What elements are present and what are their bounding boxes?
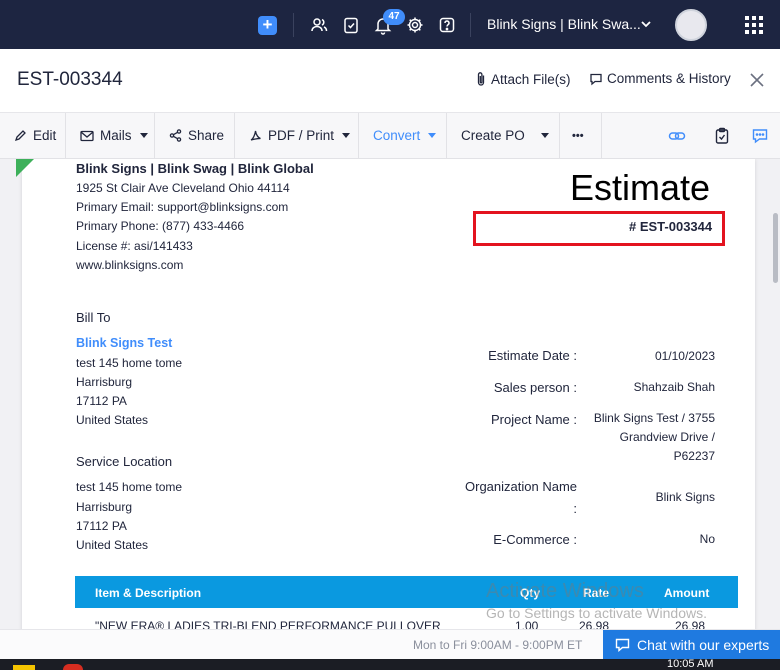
customer-name-link[interactable]: Blink Signs Test (76, 336, 172, 350)
column-item-description: Item & Description (95, 586, 202, 600)
windows-taskbar: 10:05 AM (0, 658, 780, 670)
comments-history-label: Comments & History (607, 71, 731, 86)
topbar-divider (293, 13, 294, 37)
estimate-date-label: Estimate Date : (488, 348, 577, 363)
bill-to-line: test 145 home tome (76, 356, 183, 370)
organization-name-colon: : (573, 501, 577, 516)
close-icon[interactable] (749, 72, 765, 88)
mail-icon (80, 130, 94, 141)
ecommerce-value: No (699, 532, 715, 546)
page-title: EST-003344 (17, 69, 123, 90)
org-license: License #: asi/141433 (76, 239, 193, 253)
comment-icon (590, 73, 602, 85)
org-name: Blink Signs | Blink Swag | Blink Global (76, 161, 314, 176)
service-location-heading: Service Location (76, 454, 173, 469)
org-email: Primary Email: support@blinksigns.com (76, 200, 289, 214)
chat-with-experts-button[interactable]: Chat with our experts (603, 630, 780, 660)
topbar-divider (470, 13, 471, 37)
service-line: 17112 PA (76, 519, 127, 533)
page-header: EST-003344 Attach File(s) Comments & His… (0, 49, 780, 113)
avatar[interactable] (675, 9, 707, 41)
org-website: www.blinksigns.com (76, 258, 184, 272)
support-bar: Mon to Fri 9:00AM - 9:00PM ET Chat with … (0, 629, 780, 660)
pdf-print-dropdown[interactable]: PDF / Print (235, 113, 359, 158)
help-icon[interactable] (437, 15, 457, 35)
column-amount: Amount (664, 586, 710, 600)
org-switcher[interactable]: Blink Signs | Blink Swa... (487, 16, 641, 32)
app-topbar: + 47 Blink Signs | Blink Swa... (0, 0, 780, 49)
notification-count-badge: 47 (383, 9, 405, 25)
edit-button[interactable]: Edit (0, 113, 66, 158)
taskbar-clock: 10:05 AM (667, 658, 714, 670)
chevron-down-icon[interactable] (640, 18, 652, 30)
bill-to-line: 17112 PA (76, 394, 127, 408)
mails-label: Mails (100, 128, 132, 143)
document-viewer[interactable]: Blink Signs | Blink Swag | Blink Global … (0, 159, 780, 629)
organization-name-label: Organization Name (465, 479, 577, 494)
bill-to-line: United States (76, 413, 149, 427)
contacts-icon[interactable] (309, 15, 329, 35)
pdf-print-label: PDF / Print (268, 128, 335, 143)
sales-person-label: Sales person : (493, 380, 577, 395)
status-ribbon (16, 159, 34, 177)
gear-icon[interactable] (405, 15, 425, 35)
share-button[interactable]: Share (155, 113, 235, 158)
sales-person-value: Shahzaib Shah (633, 380, 715, 394)
caret-down-icon (139, 133, 148, 138)
chrome-icon[interactable] (63, 664, 83, 670)
convert-dropdown[interactable]: Convert (359, 113, 447, 158)
activate-windows-watermark: Activate Windows (486, 580, 644, 602)
attach-files-label: Attach File(s) (491, 71, 571, 87)
pdf-icon (250, 130, 261, 141)
sales-person-highlight (473, 211, 725, 246)
convert-label: Convert (373, 128, 421, 143)
support-hours: Mon to Fri 9:00AM - 9:00PM ET (413, 638, 583, 652)
tasks-icon[interactable] (341, 15, 361, 35)
plus-icon[interactable]: + (258, 16, 277, 35)
vertical-scrollbar[interactable] (773, 213, 778, 283)
organization-name-value: Blink Signs (655, 490, 715, 504)
project-name-line: Grandview Drive / (619, 430, 715, 444)
caret-down-icon (342, 133, 351, 138)
service-line: United States (76, 538, 149, 552)
attach-files-button[interactable]: Attach File(s) (475, 71, 571, 87)
project-name-line: P62237 (673, 449, 715, 463)
service-line: Harrisburg (76, 500, 133, 514)
chat-bubble-icon[interactable] (751, 127, 769, 145)
create-po-button[interactable]: Create PO (447, 113, 530, 158)
ecommerce-label: E-Commerce : (493, 532, 577, 547)
mails-dropdown[interactable]: Mails (66, 113, 155, 158)
clipboard-check-icon[interactable] (713, 127, 731, 145)
estimate-date-value: 01/10/2023 (654, 349, 715, 363)
paperclip-icon (477, 72, 485, 86)
action-toolbar: Edit Mails Share PDF / Print Convert Cre… (0, 113, 780, 159)
more-options-button[interactable]: ••• (560, 113, 602, 158)
create-po-caret-button[interactable] (530, 113, 560, 158)
bill-to-line: Harrisburg (76, 375, 133, 389)
service-line: test 145 home tome (76, 480, 183, 494)
estimate-title: Estimate (570, 167, 711, 208)
link-icon[interactable] (668, 127, 686, 145)
org-phone: Primary Phone: (877) 433-4466 (76, 219, 245, 233)
caret-down-icon (541, 133, 549, 138)
caret-down-icon (428, 133, 437, 138)
create-po-label: Create PO (461, 128, 525, 143)
pencil-icon (14, 130, 26, 142)
activate-windows-subtext: Go to Settings to activate Windows. (486, 605, 707, 621)
chat-with-experts-label: Chat with our experts (637, 637, 770, 653)
apps-grid-icon[interactable] (745, 16, 763, 34)
bill-to-heading: Bill To (76, 310, 111, 325)
chat-icon (615, 638, 630, 652)
comments-history-button[interactable]: Comments & History (589, 71, 731, 86)
more-label: ••• (572, 129, 584, 142)
project-name-line: Blink Signs Test / 3755 (593, 411, 715, 425)
item-description: "NEW ERA® LADIES TRI-BLEND PERFORMANCE P… (95, 619, 441, 629)
share-label: Share (188, 128, 225, 143)
file-explorer-icon[interactable] (13, 665, 35, 670)
share-icon (169, 129, 182, 142)
edit-label: Edit (33, 128, 57, 143)
org-address: 1925 St Clair Ave Cleveland Ohio 44114 (76, 181, 290, 195)
